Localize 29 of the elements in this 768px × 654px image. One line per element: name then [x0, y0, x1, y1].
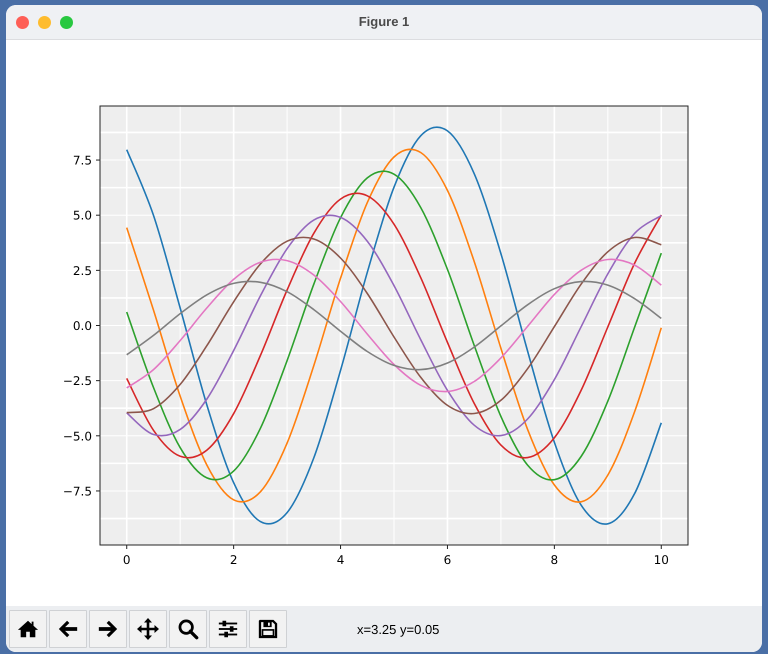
configure-button[interactable]: [209, 610, 247, 648]
move-icon: [136, 617, 160, 641]
search-icon: [177, 618, 199, 640]
left-arrow-icon: [57, 618, 79, 640]
y-tick-label: 0.0: [72, 319, 92, 333]
x-tick-label: 8: [550, 553, 558, 567]
x-tick-label: 4: [336, 553, 344, 567]
zoom-button[interactable]: [169, 610, 207, 648]
window-title: Figure 1: [358, 14, 410, 29]
sliders-icon: [217, 618, 239, 640]
y-tick-label: 2.5: [72, 264, 92, 278]
x-tick-label: 6: [444, 553, 452, 567]
save-button[interactable]: [249, 610, 287, 648]
x-tick-label: 2: [230, 553, 238, 567]
y-tick-label: −2.5: [62, 374, 92, 388]
back-button[interactable]: [49, 610, 87, 648]
y-tick-label: −7.5: [62, 484, 92, 498]
home-icon: [17, 618, 39, 640]
y-tick-label: 7.5: [72, 154, 92, 168]
forward-button[interactable]: [89, 610, 127, 648]
cursor-readout: x=3.25 y=0.05: [357, 622, 440, 636]
pan-button[interactable]: [129, 610, 167, 648]
y-tick-label: −5.0: [62, 429, 92, 444]
right-arrow-icon: [97, 618, 119, 640]
x-tick-label: 10: [654, 553, 669, 567]
home-button[interactable]: [9, 610, 47, 648]
close-button[interactable]: [16, 16, 29, 28]
x-tick-label: 0: [122, 553, 131, 567]
y-tick-label: 5.0: [72, 208, 92, 223]
